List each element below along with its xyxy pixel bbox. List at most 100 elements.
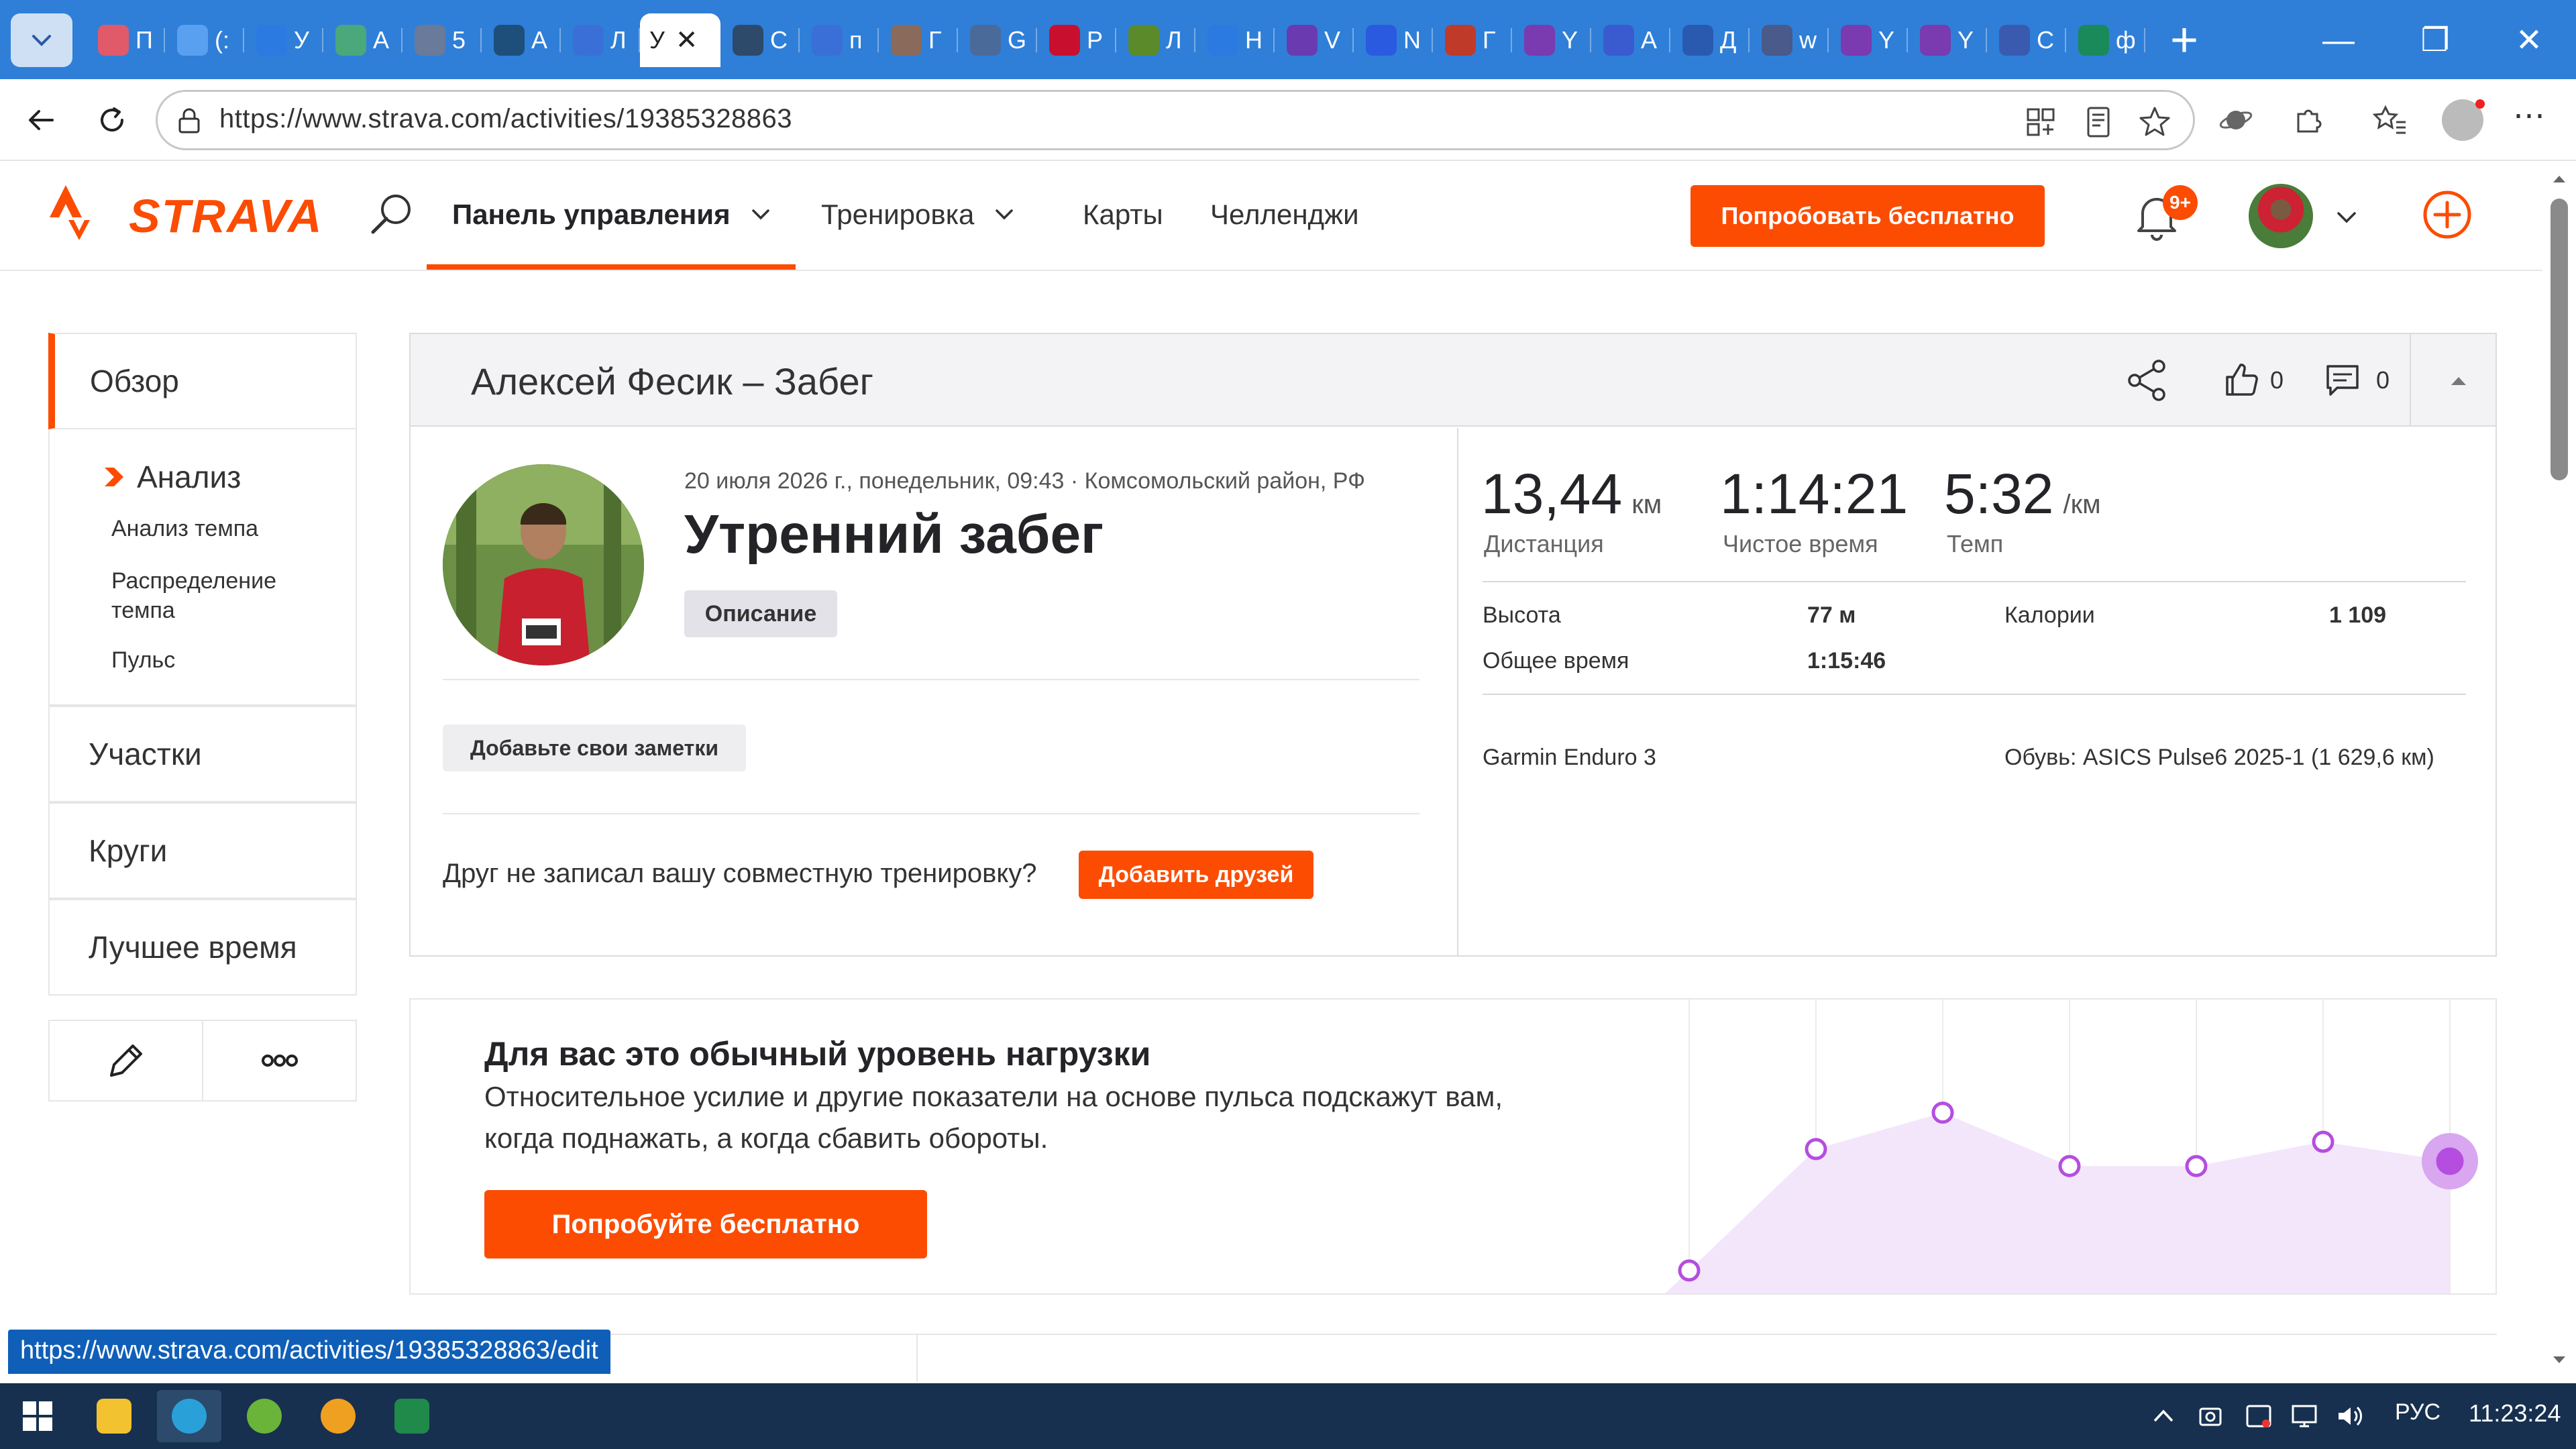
back-button[interactable] bbox=[17, 97, 64, 144]
strava-logo-icon[interactable] bbox=[47, 182, 94, 243]
browser-tab[interactable]: Р bbox=[1037, 13, 1116, 67]
tray-sync-icon[interactable] bbox=[2242, 1399, 2275, 1433]
scroll-up-icon[interactable] bbox=[2548, 168, 2571, 191]
browser-tab[interactable]: Y bbox=[1829, 13, 1908, 67]
browser-tab[interactable]: Г bbox=[1433, 13, 1512, 67]
nav-dashboard[interactable]: Панель управления bbox=[452, 199, 773, 231]
browser-tab[interactable]: С bbox=[720, 13, 800, 67]
nav-challenges[interactable]: Челленджи bbox=[1210, 199, 1359, 231]
extension-planet-icon[interactable] bbox=[2218, 102, 2254, 138]
search-icon[interactable] bbox=[368, 189, 416, 237]
chevron-down-icon[interactable] bbox=[2333, 204, 2360, 231]
browser-tab[interactable]: Д bbox=[1670, 13, 1750, 67]
nav-training[interactable]: Тренировка bbox=[821, 199, 1017, 231]
browser-tab[interactable]: Н bbox=[1195, 13, 1275, 67]
utorrent-icon[interactable] bbox=[232, 1390, 297, 1442]
browser-tab[interactable]: Л bbox=[561, 13, 640, 67]
comment-icon[interactable] bbox=[2324, 361, 2361, 398]
caret-up-icon[interactable] bbox=[2447, 369, 2470, 392]
restore-icon[interactable]: ❐ bbox=[2402, 13, 2469, 67]
browser-tab[interactable]: ф bbox=[2066, 13, 2145, 67]
tray-volume-icon[interactable] bbox=[2333, 1399, 2367, 1433]
browser-tab[interactable]: У bbox=[244, 13, 323, 67]
favorites-list-icon[interactable] bbox=[2372, 102, 2408, 138]
browser-tab[interactable]: С bbox=[1987, 13, 2066, 67]
add-friends-button[interactable]: Добавить друзей bbox=[1079, 851, 1313, 899]
scroll-down-icon[interactable] bbox=[2548, 1348, 2571, 1371]
app-icon[interactable] bbox=[306, 1390, 370, 1442]
input-language-indicator[interactable]: РУС bbox=[2395, 1399, 2440, 1426]
tray-camera-icon[interactable] bbox=[2194, 1399, 2227, 1433]
browser-tab[interactable]: Г bbox=[879, 13, 958, 67]
try-free-button[interactable]: Попробовать бесплатно bbox=[1690, 185, 2045, 247]
window-close-icon[interactable]: ✕ bbox=[2496, 13, 2563, 67]
lock-icon[interactable] bbox=[174, 105, 205, 136]
stat-pace: 5:32/км bbox=[1944, 462, 2101, 527]
share-icon[interactable] bbox=[2124, 357, 2171, 404]
browser-tab[interactable]: А bbox=[1591, 13, 1670, 67]
tab-favicon-icon bbox=[415, 25, 445, 56]
minimize-icon[interactable]: — bbox=[2305, 13, 2372, 67]
browser-tab[interactable]: G bbox=[958, 13, 1037, 67]
nav-maps[interactable]: Карты bbox=[1083, 199, 1163, 231]
browser-tab[interactable]: Y bbox=[1512, 13, 1591, 67]
reload-button[interactable] bbox=[89, 97, 136, 144]
upload-plus-icon[interactable] bbox=[2422, 189, 2473, 240]
edit-activity-button[interactable] bbox=[50, 1021, 202, 1100]
address-bar[interactable]: https://www.strava.com/activities/193853… bbox=[156, 90, 2195, 150]
thumbs-up-icon[interactable] bbox=[2223, 361, 2261, 398]
try-free-effort-button[interactable]: Попробуйте бесплатно bbox=[484, 1190, 927, 1258]
url-text[interactable]: https://www.strava.com/activities/193853… bbox=[219, 104, 792, 134]
description-button[interactable]: Описание bbox=[684, 590, 837, 637]
stat-distance-value: 13,44 bbox=[1481, 462, 1623, 525]
reader-view-icon[interactable] bbox=[2080, 104, 2116, 140]
tray-network-icon[interactable] bbox=[2288, 1399, 2321, 1433]
browser-tab[interactable]: П bbox=[86, 13, 165, 67]
browser-tab[interactable]: п bbox=[800, 13, 879, 67]
strava-logo-text[interactable]: STRAVA bbox=[129, 189, 323, 243]
browser-tab[interactable]: (: bbox=[165, 13, 244, 67]
more-actions-button[interactable] bbox=[202, 1021, 356, 1100]
browser-tab[interactable]: Л bbox=[1116, 13, 1195, 67]
effort-title: Для вас это обычный уровень нагрузки bbox=[484, 1035, 1151, 1073]
start-button[interactable] bbox=[5, 1390, 70, 1442]
apps-icon[interactable] bbox=[2023, 104, 2059, 140]
browser-tab[interactable]: V bbox=[1275, 13, 1354, 67]
favorite-star-icon[interactable] bbox=[2137, 104, 2173, 140]
tab-close-icon[interactable]: ✕ bbox=[676, 25, 698, 56]
scrollbar-thumb[interactable] bbox=[2551, 199, 2568, 480]
sidebar-item-pace-distribution[interactable]: Распределение темпа bbox=[111, 566, 326, 625]
sidebar-item-segments[interactable]: Участки bbox=[48, 706, 357, 802]
reload-icon bbox=[101, 107, 123, 131]
system-clock[interactable]: 11:23:24 bbox=[2469, 1399, 2561, 1428]
browser-menu-icon[interactable]: ⋯ bbox=[2513, 97, 2545, 134]
sidebar-item-heart-rate[interactable]: Пульс bbox=[111, 645, 326, 675]
browser-tab[interactable]: А bbox=[323, 13, 402, 67]
browser-tab-active[interactable]: У ✕ bbox=[640, 13, 720, 67]
browser-tab[interactable]: w bbox=[1750, 13, 1829, 67]
browser-tab[interactable]: Y bbox=[1908, 13, 1987, 67]
sidebar-item-label: Лучшее время bbox=[89, 930, 297, 965]
elevation-value: 77 м bbox=[1807, 602, 1856, 628]
stat-distance-unit: км bbox=[1631, 490, 1662, 519]
user-avatar[interactable] bbox=[2249, 184, 2313, 248]
tab-actions-menu-button[interactable] bbox=[11, 13, 72, 67]
browser-tab[interactable]: А bbox=[482, 13, 561, 67]
sidebar-item-best-efforts[interactable]: Лучшее время bbox=[48, 899, 357, 996]
excel-icon[interactable] bbox=[380, 1390, 444, 1442]
edge-browser-icon[interactable] bbox=[157, 1390, 221, 1442]
add-notes-button[interactable]: Добавьте свои заметки bbox=[443, 724, 746, 771]
tray-chevron-up-icon[interactable] bbox=[2147, 1399, 2180, 1433]
sidebar-item-pace-analysis[interactable]: Анализ темпа bbox=[111, 514, 326, 543]
browser-tab[interactable]: N bbox=[1354, 13, 1433, 67]
shoes-info[interactable]: Обувь: ASICS Pulse6 2025-1 (1 629,6 км) bbox=[2004, 745, 2434, 771]
sidebar-item-analysis[interactable]: Анализ bbox=[101, 459, 241, 495]
stat-pace-value: 5:32 bbox=[1944, 462, 2054, 525]
extensions-puzzle-icon[interactable] bbox=[2290, 102, 2326, 138]
new-tab-button[interactable]: + bbox=[2157, 13, 2211, 67]
browser-tab[interactable]: 5 bbox=[402, 13, 482, 67]
sidebar-item-overview[interactable]: Обзор bbox=[48, 333, 357, 429]
file-explorer-icon[interactable] bbox=[82, 1390, 146, 1442]
sidebar-item-laps[interactable]: Круги bbox=[48, 802, 357, 899]
divider bbox=[2410, 334, 2411, 427]
